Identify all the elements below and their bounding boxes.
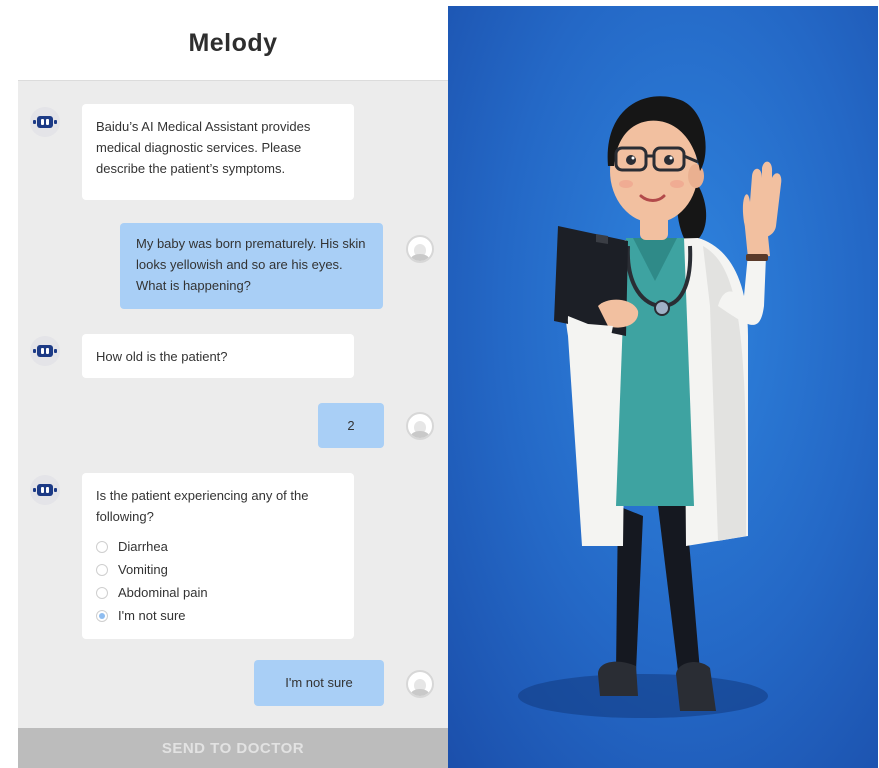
user-message: My baby was born prematurely. His skin l… xyxy=(120,223,383,309)
option-label: Abdominal pain xyxy=(118,585,208,600)
send-to-doctor-button[interactable]: SEND TO DOCTOR xyxy=(18,728,448,768)
radio-button-selected[interactable] xyxy=(96,609,108,622)
doctor-panel xyxy=(448,6,878,768)
option-label: Diarrhea xyxy=(118,539,168,554)
user-avatar-icon xyxy=(406,412,434,440)
user-message-text: I'm not sure xyxy=(285,675,353,690)
bot-question-card: Is the patient experiencing any of the f… xyxy=(82,473,354,639)
bot-message-text: Baidu’s AI Medical Assistant provides me… xyxy=(96,119,311,176)
bot-avatar-icon xyxy=(30,107,60,137)
user-message-text: My baby was born prematurely. His skin l… xyxy=(136,236,366,293)
user-message: 2 xyxy=(318,403,384,448)
bot-message: How old is the patient? xyxy=(82,334,354,378)
radio-button[interactable] xyxy=(96,563,108,576)
options-list: Diarrhea Vomiting Abdominal pain I'm not… xyxy=(96,535,340,627)
option-label: I'm not sure xyxy=(118,608,186,623)
option-label: Vomiting xyxy=(118,562,168,577)
bot-avatar-icon xyxy=(30,475,60,505)
chat-header: Melody xyxy=(18,6,448,81)
radio-button[interactable] xyxy=(96,540,108,553)
user-message: I'm not sure xyxy=(254,660,384,706)
option-vomiting[interactable]: Vomiting xyxy=(96,558,340,581)
bot-message: Baidu’s AI Medical Assistant provides me… xyxy=(82,104,354,200)
user-message-text: 2 xyxy=(347,418,355,433)
option-abdominal-pain[interactable]: Abdominal pain xyxy=(96,581,340,604)
option-diarrhea[interactable]: Diarrhea xyxy=(96,535,340,558)
option-not-sure[interactable]: I'm not sure xyxy=(96,604,340,627)
radio-button[interactable] xyxy=(96,586,108,599)
bot-avatar-icon xyxy=(30,336,60,366)
chat-title: Melody xyxy=(188,28,278,57)
chat-panel: Melody Baidu’s AI Medical Assistant prov… xyxy=(18,6,448,768)
app-window: Melody Baidu’s AI Medical Assistant prov… xyxy=(18,6,878,768)
user-avatar-icon xyxy=(406,235,434,263)
bot-question-text: Is the patient experiencing any of the f… xyxy=(96,488,309,524)
bot-message-text: How old is the patient? xyxy=(96,349,228,364)
doctor-illustration xyxy=(518,96,782,718)
user-avatar-icon xyxy=(406,670,434,698)
